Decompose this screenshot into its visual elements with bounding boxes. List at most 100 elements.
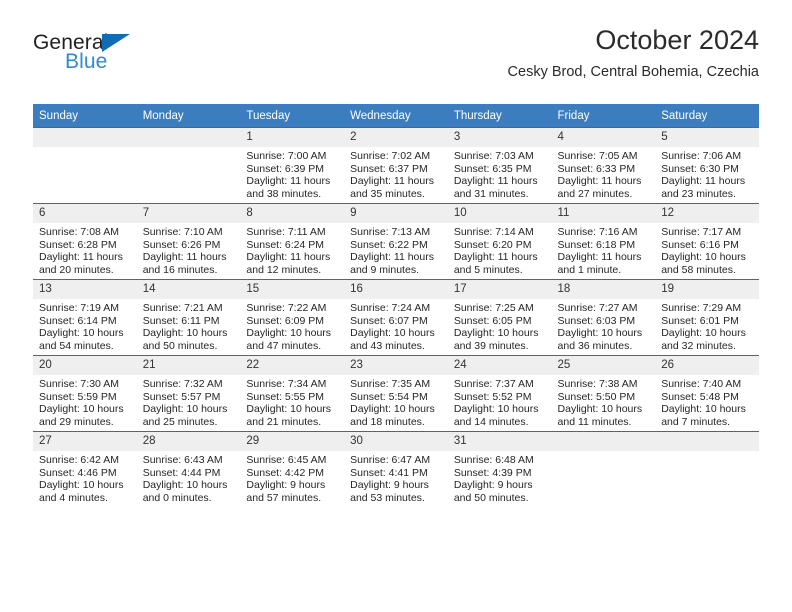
daylight-text-line1: Daylight: 11 hours [453, 251, 538, 264]
day-cell[interactable]: 17 Sunrise: 7:25 AM Sunset: 6:05 PM Dayl… [447, 279, 552, 356]
day-cell[interactable]: 10 Sunrise: 7:14 AM Sunset: 6:20 PM Dayl… [447, 203, 552, 280]
day-cell[interactable]: 24 Sunrise: 7:37 AM Sunset: 5:52 PM Dayl… [447, 355, 552, 432]
day-info: Sunrise: 7:03 AM Sunset: 6:35 PM Dayligh… [448, 147, 552, 200]
general-blue-logo[interactable]: General Blue [33, 32, 253, 84]
weekday-header-wednesday: Wednesday [344, 104, 448, 128]
day-info: Sunrise: 7:21 AM Sunset: 6:11 PM Dayligh… [137, 299, 241, 352]
daylight-text-line2: and 1 minute. [557, 263, 622, 276]
daylight-text-line2: and 11 minutes. [557, 415, 632, 428]
day-cell[interactable]: 5 Sunrise: 7:06 AM Sunset: 6:30 PM Dayli… [655, 127, 759, 204]
daylight-text-line2: and 39 minutes. [453, 339, 529, 352]
day-number: 28 [136, 432, 241, 451]
sunset-text: Sunset: 6:28 PM [39, 238, 117, 251]
day-cell[interactable]: 22 Sunrise: 7:34 AM Sunset: 5:55 PM Dayl… [240, 355, 345, 432]
sunrise-text: Sunrise: 7:25 AM [453, 302, 534, 314]
day-cell[interactable]: 15 Sunrise: 7:22 AM Sunset: 6:09 PM Dayl… [240, 279, 345, 356]
day-cell[interactable]: 20 Sunrise: 7:30 AM Sunset: 5:59 PM Dayl… [33, 355, 137, 432]
day-cell[interactable]: 30 Sunrise: 6:47 AM Sunset: 4:41 PM Dayl… [344, 431, 448, 507]
daylight-text-line2: and 16 minutes. [142, 263, 218, 276]
sunset-text: Sunset: 5:57 PM [142, 390, 221, 403]
day-cell[interactable]: 21 Sunrise: 7:32 AM Sunset: 5:57 PM Dayl… [136, 355, 241, 432]
daylight-text-line2: and 43 minutes. [350, 339, 425, 352]
daylight-text-line1: Daylight: 10 hours [557, 327, 643, 340]
sunrise-text: Sunrise: 7:17 AM [661, 226, 742, 238]
day-cell[interactable]: 8 Sunrise: 7:11 AM Sunset: 6:24 PM Dayli… [240, 203, 345, 280]
sunrise-text: Sunrise: 7:13 AM [350, 226, 431, 238]
day-number: 25 [551, 356, 656, 375]
day-number: 8 [240, 204, 345, 223]
calendar-week-row: 27 Sunrise: 6:42 AM Sunset: 4:46 PM Dayl… [33, 431, 759, 507]
sunset-text: Sunset: 4:42 PM [246, 466, 325, 479]
sunset-text: Sunset: 6:22 PM [350, 238, 428, 251]
day-info: Sunrise: 6:43 AM Sunset: 4:44 PM Dayligh… [137, 451, 241, 504]
day-cell[interactable] [551, 431, 656, 507]
sunset-text: Sunset: 6:39 PM [246, 162, 325, 175]
day-cell[interactable]: 18 Sunrise: 7:27 AM Sunset: 6:03 PM Dayl… [551, 279, 656, 356]
sunrise-text: Sunrise: 6:47 AM [350, 454, 431, 466]
day-cell[interactable]: 3 Sunrise: 7:03 AM Sunset: 6:35 PM Dayli… [447, 127, 552, 204]
sunset-text: Sunset: 6:14 PM [39, 314, 117, 327]
day-cell[interactable]: 16 Sunrise: 7:24 AM Sunset: 6:07 PM Dayl… [344, 279, 448, 356]
sunset-text: Sunset: 4:46 PM [39, 466, 117, 479]
day-info: Sunrise: 7:08 AM Sunset: 6:28 PM Dayligh… [33, 223, 137, 276]
day-number: 10 [447, 204, 552, 223]
day-cell[interactable]: 4 Sunrise: 7:05 AM Sunset: 6:33 PM Dayli… [551, 127, 656, 204]
day-cell[interactable]: 1 Sunrise: 7:00 AM Sunset: 6:39 PM Dayli… [240, 127, 345, 204]
day-number: 11 [551, 204, 656, 223]
daylight-text-line1: Daylight: 11 hours [661, 175, 746, 188]
day-number: 9 [344, 204, 448, 223]
weekday-header-saturday: Saturday [655, 104, 759, 128]
day-cell[interactable]: 12 Sunrise: 7:17 AM Sunset: 6:16 PM Dayl… [655, 203, 759, 280]
day-info [33, 147, 137, 150]
daylight-text-line2: and 18 minutes. [350, 415, 425, 428]
day-number: 4 [551, 128, 656, 147]
day-number: 7 [136, 204, 241, 223]
daylight-text-line1: Daylight: 11 hours [350, 251, 434, 264]
daylight-text-line2: and 31 minutes. [453, 187, 529, 200]
daylight-text-line2: and 32 minutes. [661, 339, 736, 352]
day-cell[interactable]: 25 Sunrise: 7:38 AM Sunset: 5:50 PM Dayl… [551, 355, 656, 432]
daylight-text-line2: and 5 minutes. [453, 263, 523, 276]
day-cell[interactable] [33, 127, 137, 204]
day-cell[interactable]: 29 Sunrise: 6:45 AM Sunset: 4:42 PM Dayl… [240, 431, 345, 507]
day-cell[interactable]: 2 Sunrise: 7:02 AM Sunset: 6:37 PM Dayli… [344, 127, 448, 204]
day-cell[interactable]: 6 Sunrise: 7:08 AM Sunset: 6:28 PM Dayli… [33, 203, 137, 280]
sunrise-text: Sunrise: 7:21 AM [142, 302, 223, 314]
day-cell[interactable]: 19 Sunrise: 7:29 AM Sunset: 6:01 PM Dayl… [655, 279, 759, 356]
weekday-header-sunday: Sunday [33, 104, 137, 128]
day-info [552, 451, 656, 454]
daylight-text-line2: and 35 minutes. [350, 187, 425, 200]
daylight-text-line2: and 12 minutes. [246, 263, 322, 276]
day-cell[interactable]: 23 Sunrise: 7:35 AM Sunset: 5:54 PM Dayl… [344, 355, 448, 432]
day-info: Sunrise: 7:10 AM Sunset: 6:26 PM Dayligh… [137, 223, 241, 276]
day-cell[interactable]: 27 Sunrise: 6:42 AM Sunset: 4:46 PM Dayl… [33, 431, 137, 507]
day-info: Sunrise: 7:11 AM Sunset: 6:24 PM Dayligh… [240, 223, 344, 276]
day-cell[interactable]: 28 Sunrise: 6:43 AM Sunset: 4:44 PM Dayl… [136, 431, 241, 507]
day-cell[interactable]: 7 Sunrise: 7:10 AM Sunset: 6:26 PM Dayli… [136, 203, 241, 280]
daylight-text-line2: and 53 minutes. [350, 491, 425, 504]
day-info [137, 147, 241, 150]
day-cell[interactable] [655, 431, 759, 507]
sunset-text: Sunset: 6:18 PM [557, 238, 636, 251]
daylight-text-line1: Daylight: 10 hours [661, 327, 746, 340]
sunrise-text: Sunrise: 7:05 AM [557, 150, 638, 162]
day-cell[interactable]: 13 Sunrise: 7:19 AM Sunset: 6:14 PM Dayl… [33, 279, 137, 356]
day-info: Sunrise: 7:14 AM Sunset: 6:20 PM Dayligh… [448, 223, 552, 276]
day-number: 2 [344, 128, 448, 147]
day-cell[interactable]: 14 Sunrise: 7:21 AM Sunset: 6:11 PM Dayl… [136, 279, 241, 356]
sunset-text: Sunset: 5:52 PM [453, 390, 532, 403]
day-cell[interactable]: 31 Sunrise: 6:48 AM Sunset: 4:39 PM Dayl… [447, 431, 552, 507]
day-cell[interactable] [136, 127, 241, 204]
day-number: 26 [655, 356, 759, 375]
daylight-text-line2: and 50 minutes. [453, 491, 529, 504]
day-cell[interactable]: 9 Sunrise: 7:13 AM Sunset: 6:22 PM Dayli… [344, 203, 448, 280]
daylight-text-line2: and 57 minutes. [246, 491, 322, 504]
sunset-text: Sunset: 4:41 PM [350, 466, 428, 479]
day-cell[interactable]: 11 Sunrise: 7:16 AM Sunset: 6:18 PM Dayl… [551, 203, 656, 280]
sunset-text: Sunset: 4:44 PM [142, 466, 221, 479]
day-cell[interactable]: 26 Sunrise: 7:40 AM Sunset: 5:48 PM Dayl… [655, 355, 759, 432]
daylight-text-line2: and 50 minutes. [142, 339, 218, 352]
sunset-text: Sunset: 6:01 PM [661, 314, 739, 327]
calendar-week-row: 20 Sunrise: 7:30 AM Sunset: 5:59 PM Dayl… [33, 355, 759, 432]
day-info: Sunrise: 7:13 AM Sunset: 6:22 PM Dayligh… [344, 223, 448, 276]
